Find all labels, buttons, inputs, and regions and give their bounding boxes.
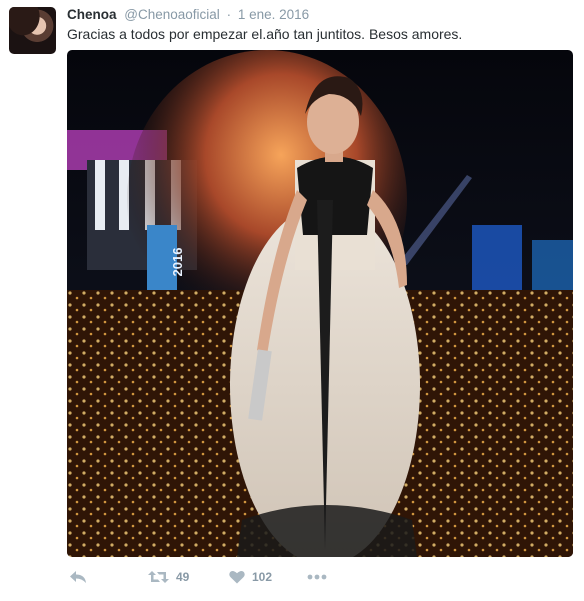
- tweet-header: Chenoa @Chenoaoficial · 1 ene. 2016: [67, 6, 309, 24]
- tweet: Chenoa @Chenoaoficial · 1 ene. 2016 Grac…: [0, 0, 584, 601]
- more-icon: [307, 574, 327, 580]
- author-name[interactable]: Chenoa: [67, 7, 117, 22]
- tweet-photo[interactable]: 2016: [67, 50, 573, 557]
- heart-icon: [229, 570, 245, 584]
- reply-icon: [70, 571, 86, 583]
- tweet-actions: 49 102: [67, 567, 367, 587]
- avatar-hair: [9, 7, 56, 54]
- tweet-text: Gracias a todos por empezar el.año tan j…: [67, 26, 463, 42]
- header-separator: ·: [226, 7, 232, 22]
- tweet-timestamp[interactable]: 1 ene. 2016: [238, 7, 309, 22]
- like-count: 102: [252, 570, 273, 584]
- author-handle[interactable]: @Chenoaoficial: [124, 7, 220, 22]
- retweet-count: 49: [176, 570, 190, 584]
- photo-image: 2016: [67, 50, 573, 557]
- retweet-button[interactable]: 49: [148, 567, 189, 587]
- photo-sign: 2016: [170, 248, 185, 277]
- reply-button[interactable]: [69, 567, 87, 587]
- more-button[interactable]: [307, 567, 327, 587]
- like-button[interactable]: 102: [229, 567, 272, 587]
- retweet-icon: [148, 571, 169, 583]
- avatar[interactable]: [9, 7, 56, 54]
